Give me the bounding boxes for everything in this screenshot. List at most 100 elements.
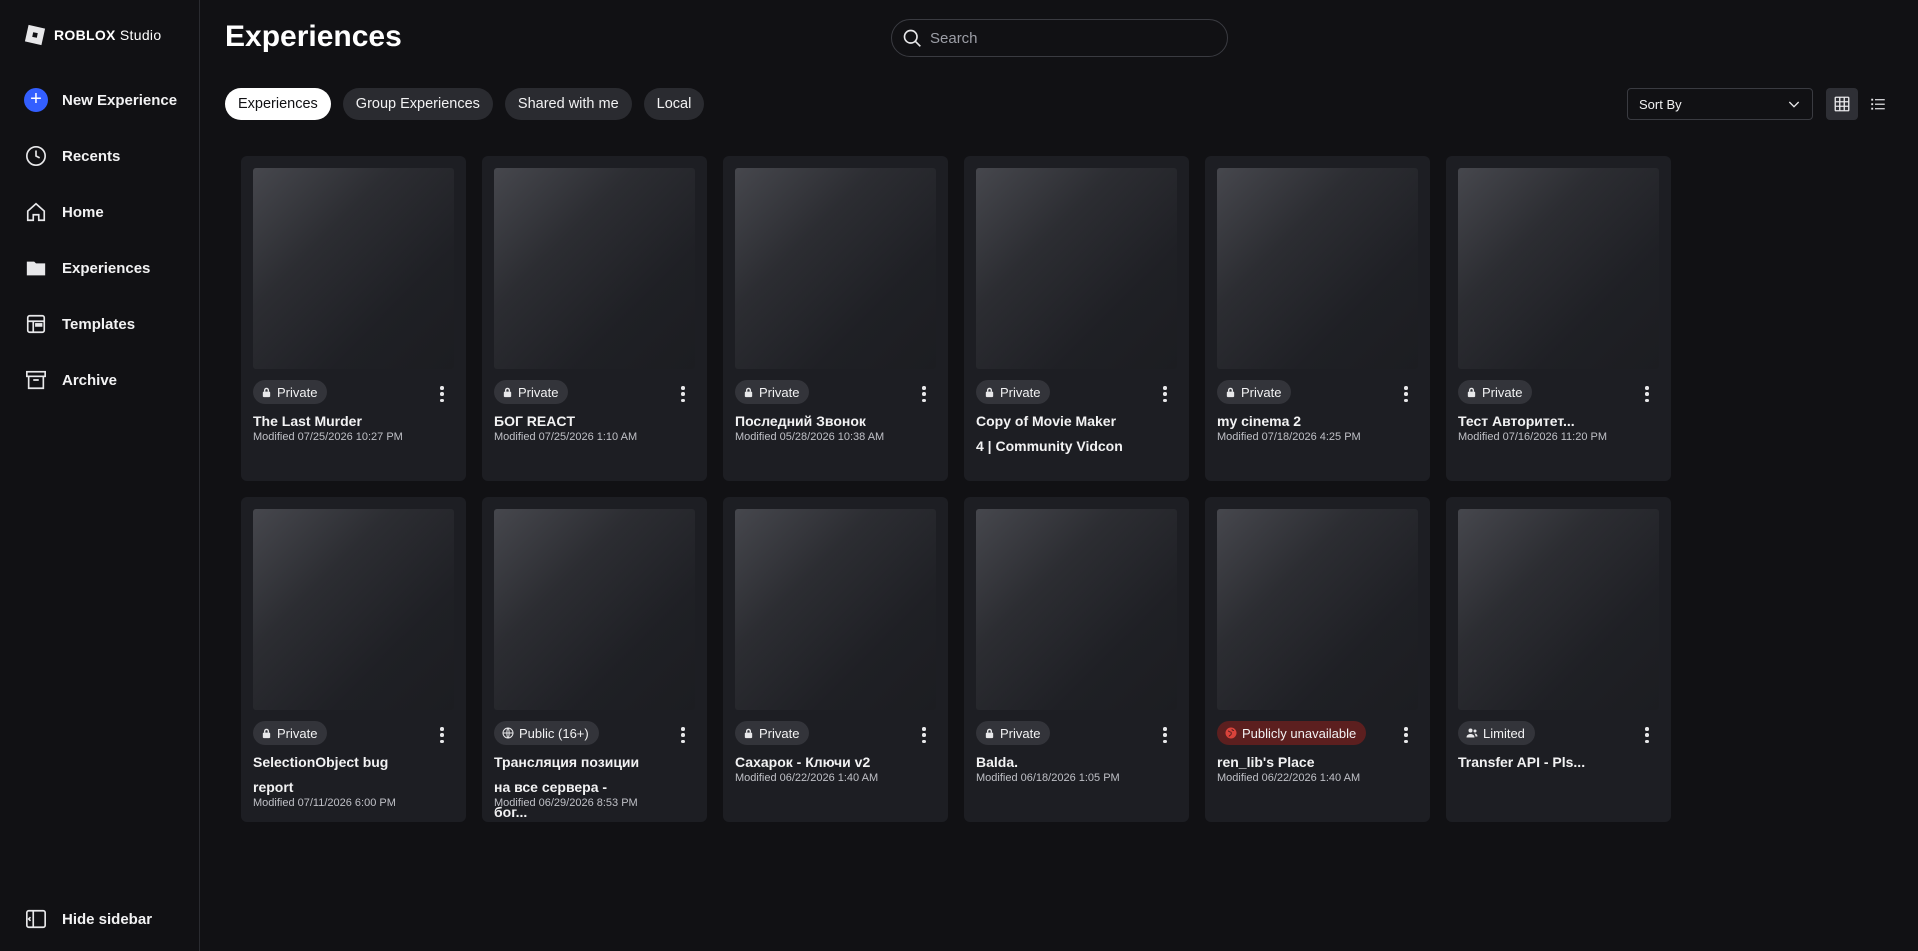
hide-sidebar-button[interactable]: Hide sidebar bbox=[0, 891, 200, 947]
experience-modified: Modified 07/18/2026 4:25 PM bbox=[1217, 431, 1361, 443]
experience-title: Transfer API - Pls... bbox=[1458, 754, 1586, 770]
sidebar-item-archive[interactable]: Archive bbox=[0, 352, 200, 408]
privacy-badge: Limited bbox=[1458, 721, 1535, 745]
experience-card[interactable]: Private The Last Murder Modified 07/25/2… bbox=[241, 156, 466, 481]
experience-card[interactable]: Publicly unavailable ren_lib's Place Mod… bbox=[1205, 497, 1430, 822]
search-bar[interactable] bbox=[891, 19, 1228, 57]
more-options-button[interactable] bbox=[675, 384, 691, 404]
more-options-button[interactable] bbox=[1398, 725, 1414, 745]
more-options-button[interactable] bbox=[675, 725, 691, 745]
experiences-grid: Private The Last Murder Modified 07/25/2… bbox=[241, 156, 1671, 822]
lock-icon bbox=[744, 387, 753, 397]
sidebar-item-label: Recents bbox=[62, 147, 121, 165]
experience-card[interactable]: Private БОГ REACT Modified 07/25/2026 1:… bbox=[482, 156, 707, 481]
privacy-badge-label: Private bbox=[277, 725, 318, 741]
lock-icon bbox=[262, 387, 271, 397]
privacy-badge-label: Private bbox=[277, 384, 318, 400]
tab-shared-with-me[interactable]: Shared with me bbox=[504, 88, 632, 120]
chevron-down-icon bbox=[1788, 101, 1800, 108]
hide-sidebar-label: Hide sidebar bbox=[62, 910, 153, 928]
experience-card[interactable]: Private my cinema 2 Modified 07/18/2026 … bbox=[1205, 156, 1430, 481]
clock-icon bbox=[24, 144, 48, 168]
experience-modified: Modified 07/25/2026 10:27 PM bbox=[253, 431, 403, 443]
globe-icon bbox=[502, 727, 514, 739]
archive-icon bbox=[24, 368, 48, 392]
sidebar-item-label: Experiences bbox=[62, 259, 151, 277]
experience-tabs: Experiences Group Experiences Shared wit… bbox=[225, 88, 705, 120]
template-icon bbox=[24, 312, 48, 336]
experience-modified: Modified 06/22/2026 1:40 AM bbox=[1217, 772, 1361, 784]
experience-modified: Modified 07/16/2026 11:20 PM bbox=[1458, 431, 1608, 443]
experience-modified: Modified 06/18/2026 1:05 PM bbox=[976, 772, 1120, 784]
sort-by-dropdown[interactable]: Sort By bbox=[1627, 88, 1813, 120]
tab-group-experiences[interactable]: Group Experiences bbox=[342, 88, 493, 120]
list-icon bbox=[1871, 98, 1885, 110]
more-options-button[interactable] bbox=[1157, 725, 1173, 745]
privacy-badge: Private bbox=[1217, 380, 1292, 404]
sidebar: ROBLOX Studio + New Experience Recents H… bbox=[0, 0, 200, 951]
tab-local[interactable]: Local bbox=[643, 88, 705, 120]
more-options-button[interactable] bbox=[916, 384, 932, 404]
lock-icon bbox=[262, 728, 271, 738]
experience-card[interactable]: Private Balda. Modified 06/18/2026 1:05 … bbox=[964, 497, 1189, 822]
list-view-button[interactable] bbox=[1862, 88, 1894, 120]
experience-card[interactable]: Private Последний Звонок Modified 05/28/… bbox=[723, 156, 948, 481]
experience-card[interactable]: Public (16+) Трансляция позиции на все с… bbox=[482, 497, 707, 822]
experience-modified: Modified 07/25/2026 1:10 AM bbox=[494, 431, 638, 443]
experience-title: Трансляция позиции на все сервера - бог.… bbox=[494, 754, 640, 820]
logo-brand: ROBLOX bbox=[54, 27, 116, 43]
more-options-button[interactable] bbox=[1157, 384, 1173, 404]
privacy-badge-label: Private bbox=[1482, 384, 1523, 400]
privacy-badge: Private bbox=[1458, 380, 1533, 404]
lock-icon bbox=[985, 728, 994, 738]
search-input[interactable] bbox=[930, 29, 1210, 47]
sidebar-item-new-experience[interactable]: + New Experience bbox=[0, 72, 200, 128]
privacy-badge: Private bbox=[976, 380, 1051, 404]
more-options-button[interactable] bbox=[1639, 384, 1655, 404]
sort-by-label: Sort By bbox=[1639, 96, 1682, 112]
privacy-badge: Private bbox=[976, 721, 1051, 745]
sidebar-item-home[interactable]: Home bbox=[0, 184, 200, 240]
tab-experiences[interactable]: Experiences bbox=[225, 88, 331, 120]
users-icon bbox=[1466, 728, 1478, 738]
grid-view-button[interactable] bbox=[1826, 88, 1858, 120]
privacy-badge: Private bbox=[253, 721, 328, 745]
sidebar-item-label: Templates bbox=[62, 315, 136, 333]
sidebar-toggle-icon bbox=[24, 907, 48, 931]
experience-thumbnail bbox=[253, 168, 454, 369]
experience-thumbnail bbox=[735, 509, 936, 710]
experience-thumbnail bbox=[494, 168, 695, 369]
home-icon bbox=[24, 200, 48, 224]
more-options-button[interactable] bbox=[1639, 725, 1655, 745]
sidebar-item-label: Home bbox=[62, 203, 104, 221]
experience-thumbnail bbox=[976, 509, 1177, 710]
privacy-badge-label: Private bbox=[759, 384, 800, 400]
experience-card[interactable]: Private SelectionObject bug report Modif… bbox=[241, 497, 466, 822]
more-options-button[interactable] bbox=[916, 725, 932, 745]
sidebar-item-label: Archive bbox=[62, 371, 118, 389]
privacy-badge-label: Publicly unavailable bbox=[1242, 725, 1357, 741]
roblox-studio-logo[interactable]: ROBLOX Studio bbox=[24, 24, 161, 46]
sidebar-item-templates[interactable]: Templates bbox=[0, 296, 200, 352]
experience-title: Copy of Movie Maker 4 | Community Vidcon bbox=[976, 413, 1123, 454]
privacy-badge-label: Private bbox=[518, 384, 559, 400]
globe-warning-icon bbox=[1225, 727, 1237, 739]
more-options-button[interactable] bbox=[1398, 384, 1414, 404]
lock-icon bbox=[1226, 387, 1235, 397]
more-options-button[interactable] bbox=[434, 384, 450, 404]
more-options-button[interactable] bbox=[434, 725, 450, 745]
privacy-badge: Private bbox=[735, 721, 810, 745]
privacy-badge-label: Private bbox=[1000, 384, 1041, 400]
sidebar-item-experiences[interactable]: Experiences bbox=[0, 240, 200, 296]
experience-card[interactable]: Private Copy of Movie Maker 4 | Communit… bbox=[964, 156, 1189, 481]
experience-card[interactable]: Private Сахарок - Ключи v2 Modified 06/2… bbox=[723, 497, 948, 822]
privacy-badge-label: Public (16+) bbox=[519, 725, 589, 741]
page-title: Experiences bbox=[225, 20, 402, 53]
privacy-badge: Private bbox=[253, 380, 328, 404]
privacy-badge: Publicly unavailable bbox=[1217, 721, 1367, 745]
experience-card[interactable]: Private Тест Авторитет... Modified 07/16… bbox=[1446, 156, 1671, 481]
experience-thumbnail bbox=[976, 168, 1177, 369]
plus-icon: + bbox=[24, 88, 48, 112]
sidebar-item-recents[interactable]: Recents bbox=[0, 128, 200, 184]
experience-card[interactable]: Limited Transfer API - Pls... bbox=[1446, 497, 1671, 822]
